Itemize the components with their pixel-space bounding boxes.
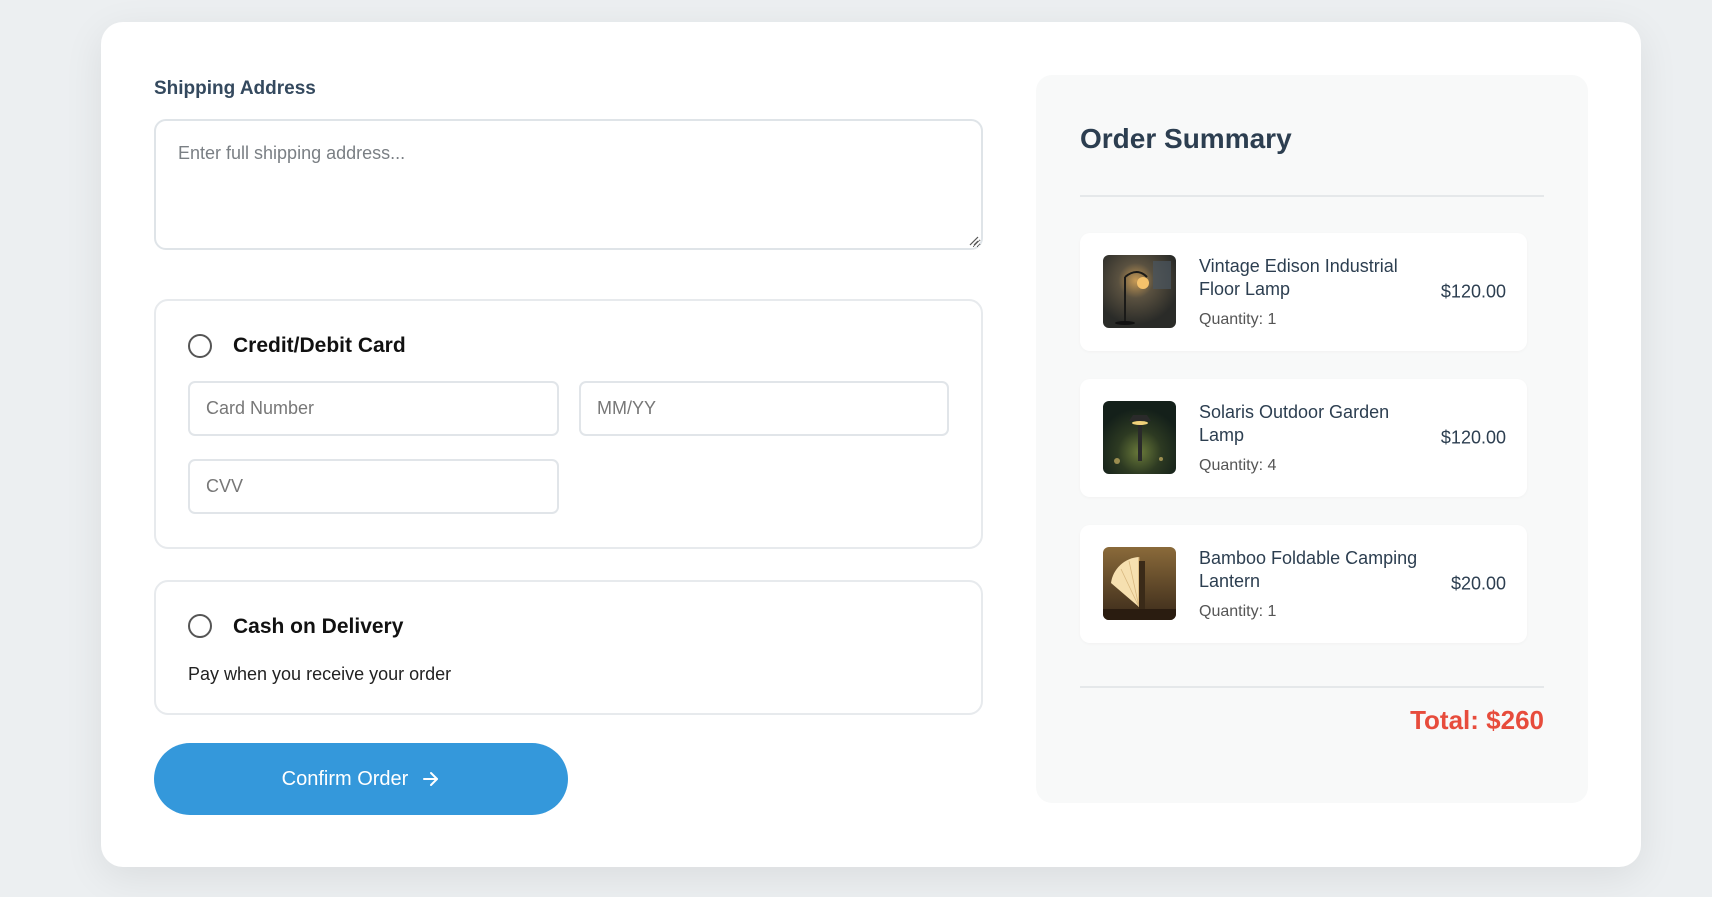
item-price: $120.00 <box>1440 427 1506 448</box>
arrow-right-icon <box>423 772 439 786</box>
shipping-address-input[interactable] <box>154 119 983 250</box>
cash-on-delivery-option[interactable]: Cash on Delivery Pay when you receive yo… <box>154 580 983 715</box>
card-expiry-input[interactable] <box>579 381 949 436</box>
credit-card-title: Credit/Debit Card <box>233 334 406 357</box>
summary-item: Solaris Outdoor Garden Lamp Quantity: 4 … <box>1080 379 1527 497</box>
item-price: $120.00 <box>1440 281 1506 302</box>
item-name: Vintage Edison Industrial Floor Lamp <box>1199 256 1398 299</box>
cash-on-delivery-description: Pay when you receive your order <box>188 664 452 684</box>
item-name: Bamboo Foldable Camping Lantern <box>1199 548 1418 591</box>
resize-handle-icon[interactable] <box>968 235 979 246</box>
card-cvv-input[interactable] <box>188 459 559 514</box>
shipping-address-label: Shipping Address <box>154 78 316 99</box>
item-quantity: Quantity: 4 <box>1199 457 1277 474</box>
summary-divider-top <box>1080 195 1544 197</box>
confirm-order-label: Confirm Order <box>281 767 409 790</box>
item-quantity: Quantity: 1 <box>1199 603 1277 620</box>
cash-on-delivery-radio[interactable] <box>188 614 212 638</box>
checkout-card: Shipping Address Credit/Debit Card Cash … <box>101 22 1641 867</box>
order-summary-panel: Order Summary Vintage Edison Industrial … <box>1036 75 1588 803</box>
item-name: Solaris Outdoor Garden Lamp <box>1199 402 1390 445</box>
credit-card-radio[interactable] <box>188 334 212 358</box>
item-price: $20.00 <box>1450 573 1506 594</box>
camping-lantern-image <box>1103 547 1176 620</box>
confirm-order-button[interactable]: Confirm Order <box>154 743 568 815</box>
order-total: Total: $260 <box>1410 705 1544 735</box>
card-number-input[interactable] <box>188 381 559 436</box>
summary-divider-bottom <box>1080 686 1544 688</box>
cash-on-delivery-title: Cash on Delivery <box>233 615 404 638</box>
order-summary-title: Order Summary <box>1080 123 1292 154</box>
summary-item: Vintage Edison Industrial Floor Lamp Qua… <box>1080 233 1527 351</box>
item-quantity: Quantity: 1 <box>1199 311 1277 328</box>
garden-lamp-image <box>1103 401 1176 474</box>
summary-item: Bamboo Foldable Camping Lantern Quantity… <box>1080 525 1527 643</box>
credit-card-option[interactable]: Credit/Debit Card <box>154 299 983 549</box>
floor-lamp-image <box>1103 255 1176 328</box>
